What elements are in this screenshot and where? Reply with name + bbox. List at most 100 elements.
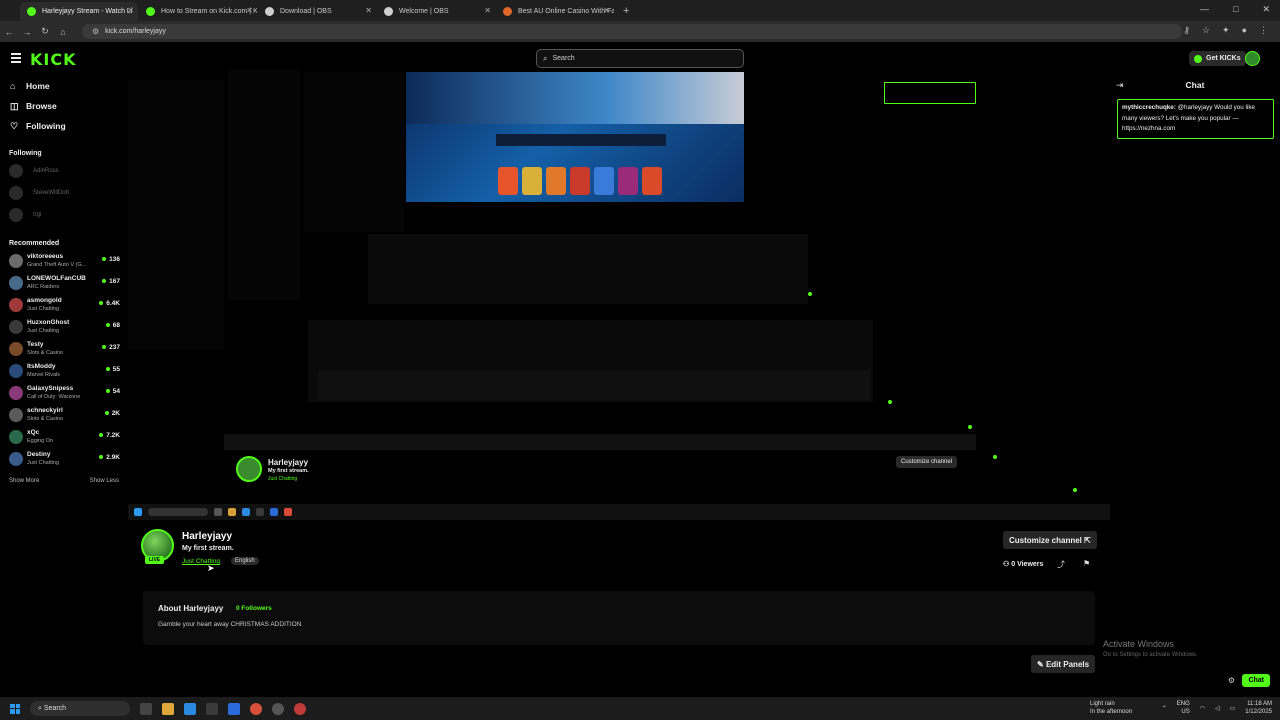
taskbar-search-icon: ⌕	[38, 704, 42, 712]
weather-widget[interactable]: Light rain In the afternoon	[1090, 700, 1132, 716]
minimize-icon[interactable]: —	[1200, 4, 1209, 15]
channel-viewers: 7.2K	[99, 432, 120, 439]
browser-tab[interactable]: Welcome | OBS ✕	[377, 2, 495, 21]
volume-icon[interactable]: ◁	[1215, 705, 1220, 712]
video-player[interactable]: Harleyjayy My first stream. Just Chattin…	[128, 70, 1110, 520]
tab-close-icon[interactable]: ✕	[127, 6, 134, 15]
file-explorer-icon[interactable]	[162, 702, 174, 715]
app-icon[interactable]	[294, 702, 306, 715]
new-tab-button[interactable]: +	[623, 5, 629, 17]
browser-tab[interactable]: Harleyjayy Stream - Watch Li ✕	[20, 2, 138, 21]
weather-line-2: In the afternoon	[1090, 709, 1133, 715]
windows-start-icon[interactable]	[10, 703, 20, 714]
recommended-channel[interactable]: GalaxySnipess Call of Duty: Warzone 54	[0, 382, 128, 404]
recommended-channel[interactable]: xQc Egging On 7.2K	[0, 426, 128, 448]
toolbar-icons: ⚷ ☆ ✦ ● ⋮	[1183, 25, 1268, 36]
bookmark-star-icon[interactable]: ☆	[1202, 25, 1210, 36]
get-kicks-button[interactable]: Get KICKs	[1189, 51, 1246, 66]
channel-avatar	[9, 208, 23, 222]
channel-avatar	[9, 364, 23, 378]
taskbar-search[interactable]: ⌕ Search	[30, 701, 130, 716]
activate-subtitle: Go to Settings to activate Windows.	[1103, 652, 1198, 658]
search-input[interactable]: ⌕ Search	[536, 49, 744, 68]
sidebar-nav-browse[interactable]: ◫ Browse	[0, 96, 128, 116]
browser-tab[interactable]: How to Stream on Kick.com | K ✕	[139, 2, 257, 21]
browser-tab[interactable]: Download | OBS ✕	[258, 2, 376, 21]
menu-icon[interactable]: ⋮	[1259, 25, 1268, 36]
share-icon[interactable]: ⤴	[1057, 559, 1065, 570]
mirror-sidebar-2	[228, 70, 300, 300]
language-badge[interactable]: English	[231, 557, 259, 565]
recommended-channel[interactable]: ItsModdy Marvel Rivals 55	[0, 360, 128, 382]
chat-send-button[interactable]: Chat	[1242, 674, 1270, 687]
kicks-coin-icon	[1194, 54, 1202, 63]
customize-channel-button[interactable]: Customize channel ⇱	[1003, 531, 1097, 549]
following-channel[interactable]: SteveWillDoIt	[0, 182, 128, 204]
recommended-channel[interactable]: Destiny Just Chatting 2.9K	[0, 448, 128, 470]
channel-name: asmongold	[27, 297, 62, 304]
wifi-icon[interactable]: ◠	[1200, 705, 1205, 712]
tray-chevron-icon[interactable]: ⌃	[1162, 705, 1167, 712]
password-icon[interactable]: ⚷	[1183, 25, 1190, 36]
browser-tab[interactable]: Best AU Online Casino With Fa ✕	[496, 2, 614, 21]
language-indicator[interactable]: ENG US	[1177, 700, 1190, 716]
edge-icon[interactable]	[184, 702, 196, 715]
recommended-channel[interactable]: viktoreeeus Grand Theft Auto V (G... 136	[0, 250, 128, 272]
back-icon[interactable]: ←	[0, 27, 18, 37]
mirror-sidebar-3	[304, 72, 404, 232]
recommended-channel[interactable]: Testy Slots & Casino 237	[0, 338, 128, 360]
close-window-icon[interactable]: ✕	[1262, 4, 1270, 15]
show-more-link[interactable]: Show More	[9, 478, 39, 484]
edit-panels-button[interactable]: ✎ Edit Panels	[1031, 655, 1096, 673]
maximize-icon[interactable]: □	[1233, 4, 1238, 15]
recommended-channel[interactable]: HuzxonGhost Just Chatting 68	[0, 316, 128, 338]
chrome-icon[interactable]	[250, 702, 262, 715]
channel-avatar	[9, 298, 23, 312]
tab-close-icon[interactable]: ✕	[484, 6, 491, 15]
sidebar-nav-following[interactable]: ♡ Following	[0, 116, 128, 136]
following-channel[interactable]: trgi	[0, 204, 128, 226]
sidebar: ⌂ Home ◫ Browse ♡ Following Following AdinRos…	[0, 76, 128, 504]
site-info-icon[interactable]: ⚙	[92, 27, 99, 36]
chat-message-user[interactable]: mythiccrechuqke:	[1122, 104, 1176, 111]
channel-viewers: 237	[102, 344, 120, 351]
mail-icon[interactable]	[228, 702, 240, 715]
home-icon[interactable]: ⌂	[54, 27, 72, 37]
clock[interactable]: 11:18 AM 1/12/2025	[1245, 700, 1272, 716]
following-channel[interactable]: AdinRoss	[0, 160, 128, 182]
user-avatar[interactable]	[1245, 51, 1260, 66]
recommended-channel[interactable]: LONEWOLFanCUB ARC Raiders 167	[0, 272, 128, 294]
chat-settings-icon[interactable]: ⚙	[1228, 676, 1235, 685]
sidebar-nav-label: Following	[26, 121, 66, 131]
reload-icon[interactable]: ↻	[36, 26, 54, 37]
notification-bell-icon[interactable]: ⚑	[1083, 559, 1090, 568]
store-icon[interactable]	[206, 702, 218, 715]
obs-icon[interactable]	[272, 702, 284, 715]
channel-category: Just Chatting	[27, 328, 60, 334]
recommended-channel[interactable]: asmongold Just Chatting 6.4K	[0, 294, 128, 316]
kick-logo[interactable]: KICK	[30, 50, 77, 69]
lang-line-2: US	[1181, 709, 1190, 715]
tab-close-icon[interactable]: ✕	[246, 6, 253, 15]
hamburger-menu-icon[interactable]	[11, 53, 21, 63]
tab-close-icon[interactable]: ✕	[365, 6, 372, 15]
battery-icon[interactable]: ▭	[1230, 705, 1236, 712]
forward-icon[interactable]: →	[18, 27, 36, 37]
task-view-icon[interactable]	[140, 702, 152, 715]
channel-name: GalaxySnipess	[27, 385, 74, 392]
tab-favicon-icon	[384, 7, 393, 16]
profile-icon[interactable]: ●	[1242, 25, 1247, 36]
tab-close-icon[interactable]: ✕	[603, 6, 610, 15]
extensions-icon[interactable]: ✦	[1222, 25, 1230, 36]
show-less-link[interactable]: Show Less	[90, 478, 119, 484]
stream-title: My first stream.	[182, 545, 234, 552]
viewer-count-text: 0 Viewers	[1011, 561, 1044, 568]
url-field[interactable]: ⚙ kick.com/harleyjayy	[82, 24, 1182, 39]
recommended-section-title: Recommended	[9, 239, 60, 247]
mouse-cursor-icon: ➤	[207, 563, 215, 573]
about-panel: About Harleyjayy 0 Followers Gamble your…	[143, 591, 1095, 645]
sidebar-nav-home[interactable]: ⌂ Home	[0, 76, 128, 96]
streamer-name[interactable]: Harleyjayy	[182, 531, 232, 542]
channel-name: ItsModdy	[27, 363, 56, 370]
recommended-channel[interactable]: schneckyirl Slots & Casino 2K	[0, 404, 128, 426]
